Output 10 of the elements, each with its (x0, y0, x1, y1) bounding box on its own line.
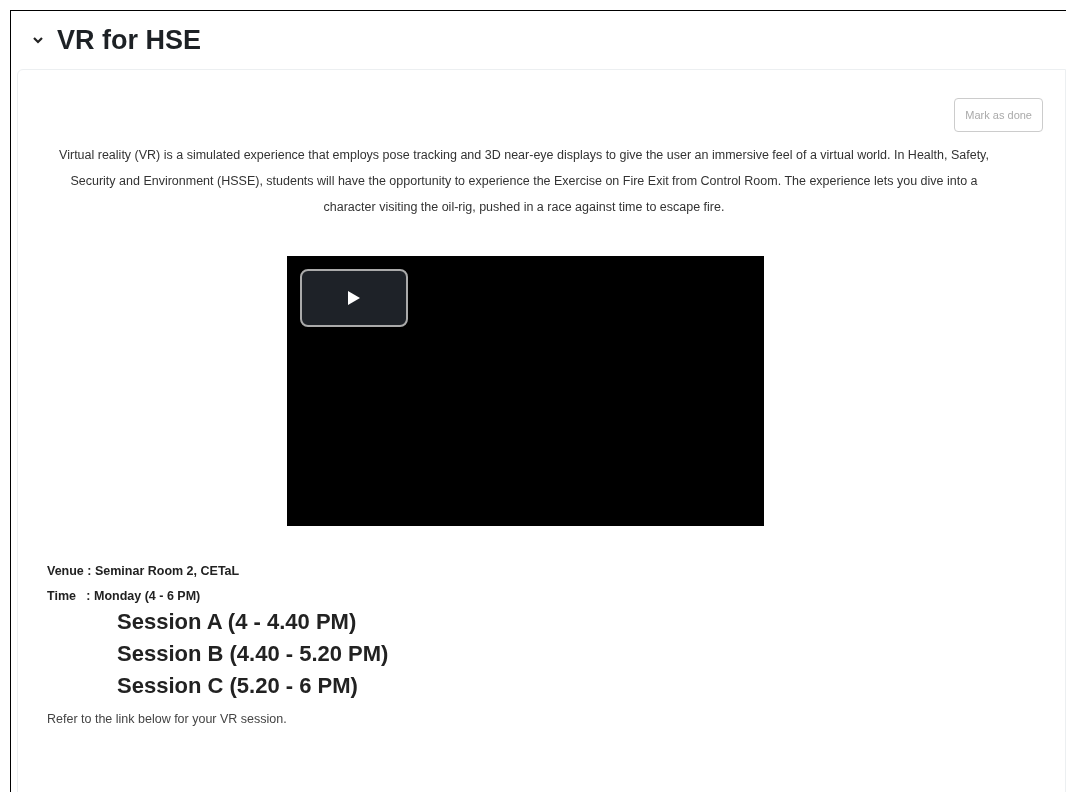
detail-line: Venue : Seminar Room 2, CETaL (47, 563, 241, 580)
section-title: VR for HSE (57, 23, 202, 57)
session-line: Session B (4.40 - 5.20 PM) (117, 639, 390, 668)
session-line: Session C (5.20 - 6 PM) (117, 671, 359, 700)
description-paragraph: Virtual reality (VR) is a simulated experience that employs pose tracking and 3D near-eye displays to give the user an immersive feel of a virtual world. In Health, Safety, Security and Environment (HSSE), students will have the opportunity to experience the Exercise on Fire Exit from Control Room. The experience lets you dive into a character visiting the oil-rig, pushed in a race against time to escape fire. (58, 147, 990, 216)
detail-line: Time : Monday (4 - 6 PM) (47, 587, 202, 605)
session-line: Session A (4 - 4.40 PM) (117, 607, 358, 636)
mark-as-done-button[interactable]: Mark as done (954, 98, 1043, 132)
play-button[interactable] (300, 269, 408, 327)
note-text: Refer to the link below for your VR session. (46, 710, 288, 728)
